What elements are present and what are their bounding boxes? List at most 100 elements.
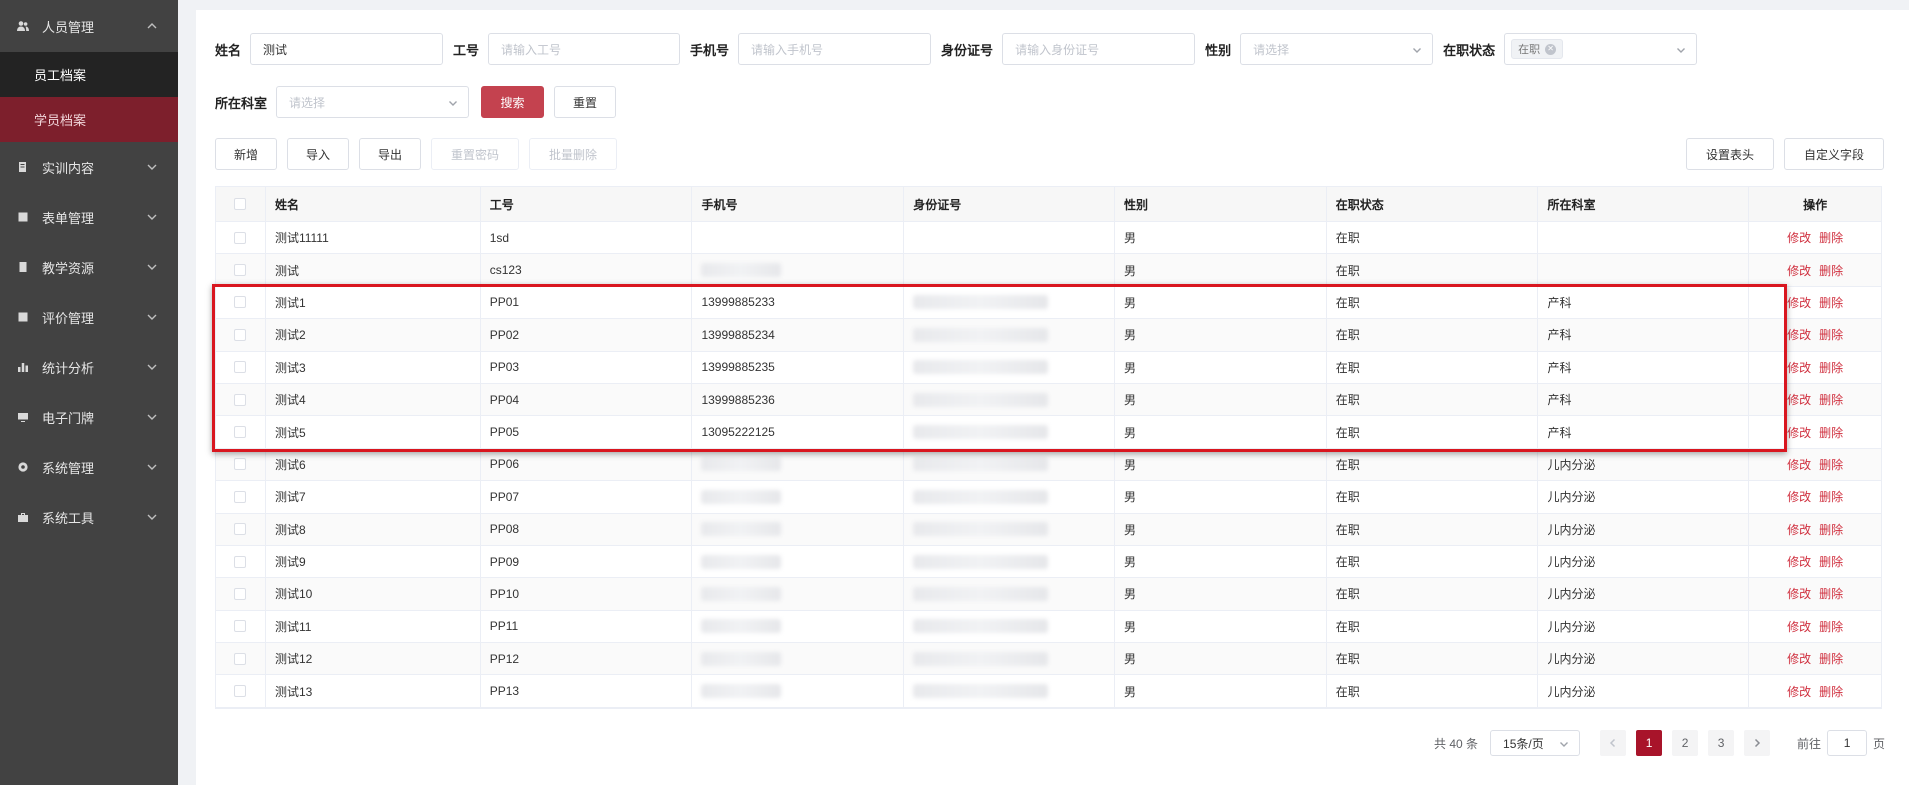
id-label: 身份证号 [941,43,994,59]
sidebar-item-forms[interactable]: 表单管理 [0,192,178,242]
row-checkbox[interactable] [234,296,247,309]
add-button[interactable]: 新增 [215,138,277,170]
sidebar-item-resources[interactable]: 教学资源 [0,242,178,292]
row-checkbox[interactable] [234,587,247,600]
dept-select[interactable]: 请选择 [276,86,470,118]
custom-fields-button[interactable]: 自定义字段 [1784,138,1884,170]
delete-link[interactable]: 删除 [1819,650,1843,667]
delete-link[interactable]: 删除 [1819,326,1843,343]
row-checkbox[interactable] [234,490,247,503]
row-checkbox[interactable] [234,458,247,471]
cell-job-no: PP02 [481,319,693,351]
delete-link[interactable]: 删除 [1819,521,1843,538]
edit-link[interactable]: 修改 [1787,618,1811,635]
row-checkbox[interactable] [234,523,247,536]
page-size-select[interactable]: 15条/页 [1490,730,1581,756]
redacted-phone [701,489,782,504]
edit-link[interactable]: 修改 [1787,391,1811,408]
edit-link[interactable]: 修改 [1787,521,1811,538]
header-phone[interactable]: 手机号 [692,187,905,221]
cell-name: 测试4 [266,383,481,416]
delete-link[interactable]: 删除 [1819,229,1843,246]
header-status[interactable]: 在职状态 [1327,187,1539,221]
edit-link[interactable]: 修改 [1787,585,1811,602]
batch-delete-button[interactable]: 批量删除 [529,138,617,170]
edit-link[interactable]: 修改 [1787,262,1811,279]
reset-password-button[interactable]: 重置密码 [431,138,519,170]
delete-link[interactable]: 删除 [1819,618,1843,635]
search-button[interactable]: 搜索 [481,86,545,118]
goto-page-input[interactable]: 1 [1827,730,1868,756]
sidebar-item-tools[interactable]: 系统工具 [0,492,178,542]
select-all-checkbox[interactable] [234,198,247,210]
edit-link[interactable]: 修改 [1787,683,1811,700]
edit-link[interactable]: 修改 [1787,424,1811,441]
edit-link[interactable]: 修改 [1787,326,1811,343]
edit-link[interactable]: 修改 [1787,456,1811,473]
cell-id [904,254,1115,286]
header-dept[interactable]: 所在科室 [1538,187,1750,221]
delete-link[interactable]: 删除 [1819,424,1843,441]
row-checkbox[interactable] [234,231,247,244]
delete-link[interactable]: 删除 [1819,683,1843,700]
export-button[interactable]: 导出 [359,138,421,170]
id-input[interactable]: 请输入身份证号 [1002,33,1196,65]
cell-job-no: PP04 [481,383,693,416]
edit-link[interactable]: 修改 [1787,294,1811,311]
edit-link[interactable]: 修改 [1787,488,1811,505]
edit-link[interactable]: 修改 [1787,359,1811,376]
reset-button[interactable]: 重置 [554,86,617,118]
row-checkbox[interactable] [234,426,247,439]
header-id[interactable]: 身份证号 [904,187,1115,221]
cell-actions: 修改 删除 [1749,514,1881,545]
delete-link[interactable]: 删除 [1819,391,1843,408]
phone-input[interactable]: 请输入手机号 [738,33,932,65]
delete-link[interactable]: 删除 [1819,456,1843,473]
header-job-no[interactable]: 工号 [481,187,693,221]
name-input[interactable]: 测试 [250,33,444,65]
row-checkbox[interactable] [234,361,247,374]
row-checkbox[interactable] [234,328,247,341]
delete-link[interactable]: 删除 [1819,585,1843,602]
delete-link[interactable]: 删除 [1819,359,1843,376]
sidebar-item-personnel[interactable]: 人员管理 [0,0,178,52]
import-button[interactable]: 导入 [287,138,349,170]
row-checkbox[interactable] [234,652,247,665]
cell-status: 在职 [1327,254,1539,286]
row-checkbox-cell [216,383,266,416]
sidebar-item-system[interactable]: 系统管理 [0,442,178,492]
delete-link[interactable]: 删除 [1819,553,1843,570]
sidebar-item-statistics[interactable]: 统计分析 [0,342,178,392]
sidebar-item-training[interactable]: 实训内容 [0,142,178,192]
set-header-button[interactable]: 设置表头 [1686,138,1774,170]
header-gender[interactable]: 性别 [1115,187,1327,221]
edit-link[interactable]: 修改 [1787,650,1811,667]
row-checkbox[interactable] [234,393,247,406]
row-checkbox[interactable] [234,264,247,277]
sidebar-subitem-student-records[interactable]: 学员档案 [0,97,178,142]
close-icon[interactable]: ✕ [1545,43,1557,55]
delete-link[interactable]: 删除 [1819,262,1843,279]
row-checkbox[interactable] [234,555,247,568]
header-name[interactable]: 姓名 [266,187,481,221]
edit-link[interactable]: 修改 [1787,553,1811,570]
page-2-button[interactable]: 2 [1672,730,1699,756]
edit-link[interactable]: 修改 [1787,229,1811,246]
table-row: 测试7 PP07 男在职 儿内分泌 修改 删除 [216,481,1881,514]
page-3-button[interactable]: 3 [1708,730,1735,756]
gender-select[interactable]: 请选择 [1240,33,1434,65]
sidebar-item-e-signage[interactable]: 电子门牌 [0,392,178,442]
status-select[interactable]: 在职 ✕ [1504,33,1698,65]
sidebar-item-evaluation[interactable]: 评价管理 [0,292,178,342]
delete-link[interactable]: 删除 [1819,488,1843,505]
page-1-button[interactable]: 1 [1636,730,1663,756]
cell-actions: 修改 删除 [1749,416,1881,447]
row-checkbox[interactable] [234,685,247,698]
delete-link[interactable]: 删除 [1819,294,1843,311]
row-checkbox[interactable] [234,620,247,633]
cell-id [904,481,1115,513]
prev-page-button[interactable] [1600,730,1627,756]
sidebar-subitem-staff-records[interactable]: 员工档案 [0,52,178,97]
job-no-input[interactable]: 请输入工号 [488,33,681,65]
next-page-button[interactable] [1744,730,1771,756]
